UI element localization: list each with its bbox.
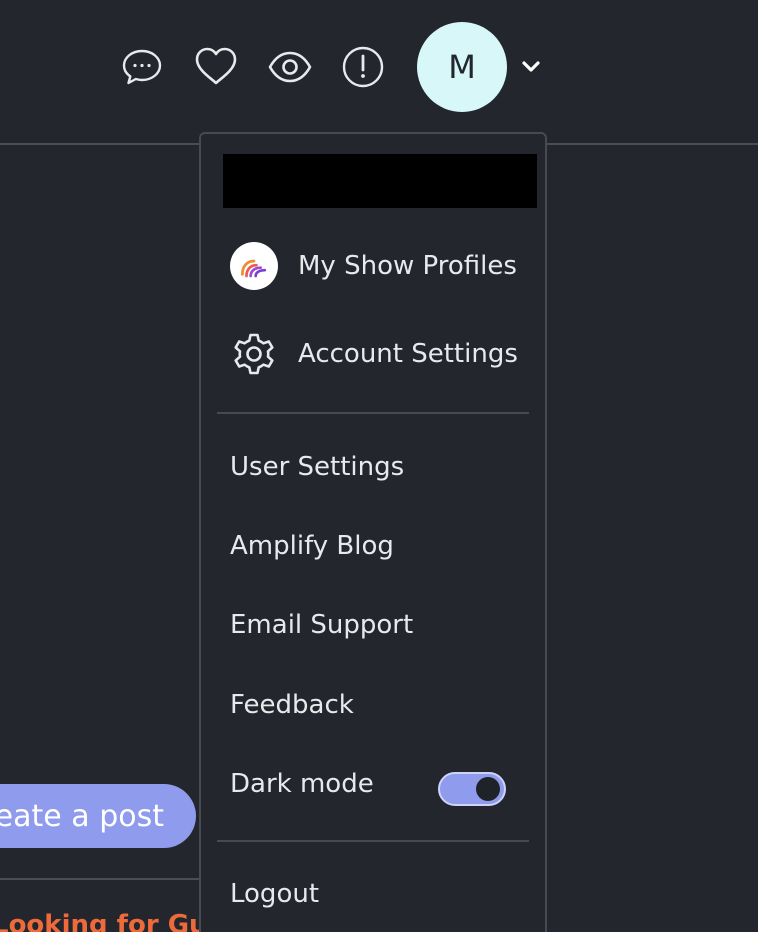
account-menu-toggle[interactable] bbox=[518, 54, 544, 80]
menu-item-amplify-blog[interactable]: Amplify Blog bbox=[230, 531, 394, 561]
favorites-button[interactable] bbox=[193, 44, 239, 90]
eye-icon bbox=[268, 51, 312, 83]
redacted-username bbox=[223, 154, 537, 208]
messages-button[interactable] bbox=[119, 44, 165, 90]
menu-item-label: Account Settings bbox=[298, 339, 518, 369]
avatar-initial: M bbox=[448, 48, 476, 86]
menu-divider bbox=[217, 412, 529, 414]
menu-item-feedback[interactable]: Feedback bbox=[230, 690, 354, 720]
menu-item-user-settings[interactable]: User Settings bbox=[230, 452, 404, 482]
account-settings-icon-wrap bbox=[230, 330, 278, 378]
toggle-knob bbox=[476, 777, 500, 801]
show-profiles-icon-wrap bbox=[230, 242, 278, 290]
gear-icon bbox=[234, 333, 274, 375]
account-dropdown-menu: My Show Profiles Account Settings User S… bbox=[199, 132, 547, 932]
app-screen: M Create a post Looking for Gu bbox=[0, 0, 758, 932]
dark-mode-toggle[interactable] bbox=[438, 772, 506, 806]
chat-icon bbox=[122, 49, 162, 85]
menu-item-account-settings[interactable]: Account Settings bbox=[201, 330, 545, 378]
show-logo-icon bbox=[230, 242, 278, 290]
menu-item-logout[interactable]: Logout bbox=[230, 879, 319, 909]
create-post-label: Create a post bbox=[0, 798, 164, 834]
dark-mode-label: Dark mode bbox=[230, 769, 374, 799]
menu-item-email-support[interactable]: Email Support bbox=[230, 610, 413, 640]
post-title-link[interactable]: Looking for Gu bbox=[0, 910, 208, 932]
create-post-button[interactable]: Create a post bbox=[0, 784, 196, 848]
menu-divider bbox=[217, 840, 529, 842]
alerts-button[interactable] bbox=[340, 44, 386, 90]
chevron-down-icon bbox=[522, 61, 540, 72]
content-divider bbox=[0, 878, 200, 880]
watching-button[interactable] bbox=[267, 44, 313, 90]
avatar[interactable]: M bbox=[417, 22, 507, 112]
alert-icon bbox=[342, 46, 384, 88]
menu-item-show-profiles[interactable]: My Show Profiles bbox=[201, 242, 545, 290]
heart-icon bbox=[195, 47, 237, 85]
menu-item-label: My Show Profiles bbox=[298, 251, 517, 281]
